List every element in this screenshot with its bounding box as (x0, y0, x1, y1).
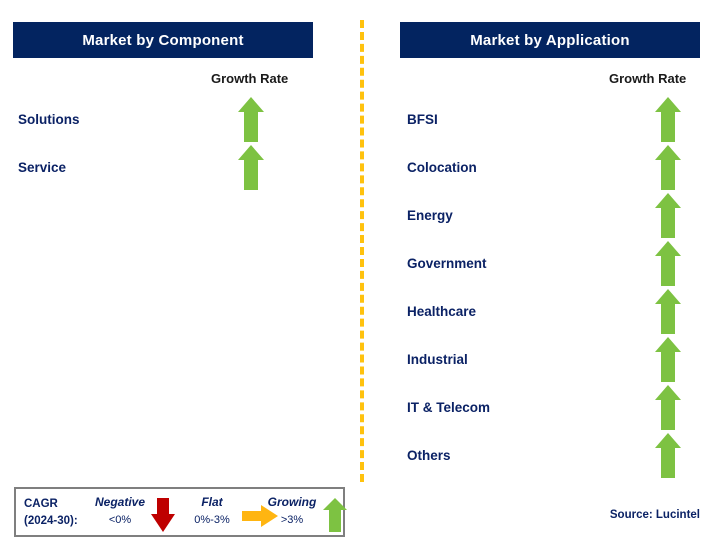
row-label-industrial: Industrial (407, 351, 468, 367)
growth-indicator-energy (645, 191, 691, 239)
arrow-down-icon (151, 498, 175, 532)
growth-indicator-industrial (645, 335, 691, 383)
arrow-up-icon (655, 240, 681, 286)
legend-term-negative: Negative (94, 495, 146, 509)
row-label-colocation: Colocation (407, 159, 477, 175)
row-label-healthcare: Healthcare (407, 303, 477, 319)
arrow-up-icon (655, 288, 681, 334)
row-label-solutions: Solutions (18, 111, 80, 127)
legend-range-negative: <0% (108, 514, 132, 526)
panel-title-component: Market by Component (82, 31, 244, 49)
row-label-service: Service (18, 159, 67, 175)
growth-indicator-it-telecom (645, 383, 691, 431)
legend-range-flat: 0%-3% (194, 514, 230, 526)
row-label-bfsi: BFSI (407, 111, 438, 127)
panel-header-market-by-application: Market by Application (400, 22, 700, 58)
source-attribution: Source: Lucintel (609, 509, 700, 521)
row-label-energy: Energy (407, 207, 453, 223)
legend-item-negative: Negative <0% (82, 494, 158, 528)
growth-rate-column-label-component: Growth Rate (211, 71, 289, 86)
growth-indicator-colocation (645, 143, 691, 191)
growth-indicator-healthcare (645, 287, 691, 335)
arrow-up-icon (323, 498, 347, 532)
arrow-up-icon (655, 144, 681, 190)
arrow-up-icon (238, 144, 264, 190)
legend-title-line2: (2024-30): (24, 515, 78, 527)
arrow-up-icon (655, 192, 681, 238)
growth-indicator-service (228, 143, 274, 191)
cagr-legend: CAGR (2024-30): Negative <0% Flat 0%-3% … (14, 487, 347, 537)
panel-title-application: Market by Application (470, 31, 630, 49)
legend-term-flat: Flat (201, 495, 223, 509)
panel-header-market-by-component: Market by Component (13, 22, 313, 58)
legend-item-growing: Growing >3% (255, 494, 329, 528)
legend-term-growing: Growing (267, 495, 317, 509)
arrow-up-icon (238, 96, 264, 142)
arrow-up-icon (655, 432, 681, 478)
growth-rate-column-label-application: Growth Rate (609, 71, 687, 86)
legend-title: CAGR (2024-30): (24, 496, 78, 530)
row-label-it-telecom: IT & Telecom (407, 399, 491, 415)
growth-indicator-others (645, 431, 691, 479)
legend-item-flat: Flat 0%-3% (176, 494, 248, 528)
arrow-up-icon (655, 336, 681, 382)
growth-indicator-bfsi (645, 95, 691, 143)
panel-divider (360, 20, 364, 482)
legend-range-growing: >3% (280, 514, 304, 526)
legend-title-line1: CAGR (24, 498, 58, 510)
growth-indicator-government (645, 239, 691, 287)
arrow-up-icon (655, 96, 681, 142)
growth-indicator-solutions (228, 95, 274, 143)
arrow-up-icon (655, 384, 681, 430)
row-label-others: Others (407, 447, 451, 463)
row-label-government: Government (407, 255, 487, 271)
